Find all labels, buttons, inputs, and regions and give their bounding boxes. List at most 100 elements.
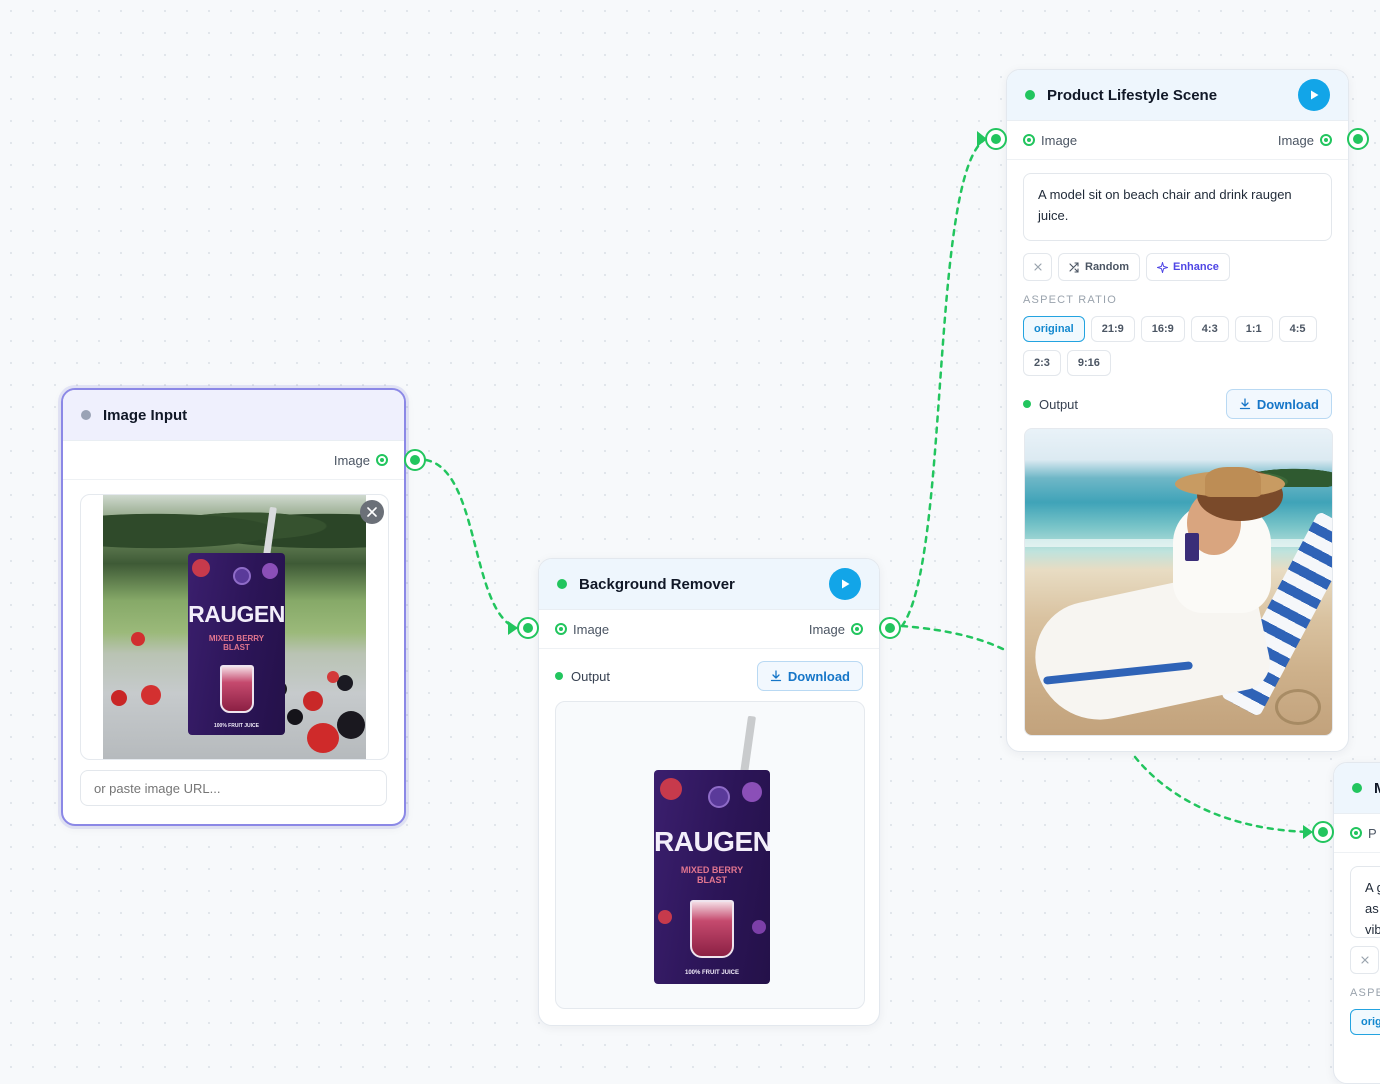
output-port-label: Image	[808, 621, 845, 637]
background-remover-input-handle[interactable]	[517, 617, 539, 639]
edge-remover-to-lifestyle	[900, 138, 986, 628]
port-icon	[376, 454, 388, 466]
aspect-ratio-option[interactable]: original	[1023, 316, 1085, 342]
prompt-line: A g	[1365, 880, 1380, 895]
port-row: Image Image	[539, 610, 879, 649]
port-icon	[1350, 827, 1362, 839]
node-title: Product Lifestyle Scene	[1047, 86, 1218, 104]
prompt-textarea-fragment[interactable]: A g as vib	[1350, 866, 1380, 938]
edge-remover-to-scene-body	[900, 624, 1007, 652]
aspect-ratio-option[interactable]: 21:9	[1090, 316, 1135, 342]
product-carton-cutout: RAUGEN MIXED BERRY BLAST 100% FRUIT JUIC…	[654, 770, 770, 984]
remove-image-button[interactable]	[360, 500, 384, 524]
image-input-node[interactable]: Image Input Image RAUGEN MIXED BERRY BLA…	[61, 388, 406, 826]
flavor-text: MIXED BERRY BLAST	[208, 634, 265, 652]
run-button[interactable]	[1298, 79, 1330, 111]
port-icon	[555, 623, 567, 635]
node-title: Background Remover	[579, 575, 735, 593]
edge-input-to-remover	[424, 458, 518, 630]
edge-lifestyle-to-next	[1133, 755, 1312, 834]
image-input-output-handle[interactable]	[404, 449, 426, 471]
download-button[interactable]: Download	[756, 661, 863, 691]
clear-prompt-button[interactable]	[1350, 946, 1379, 974]
node-title-fragment: M	[1374, 780, 1380, 797]
tagline-text: 100% FRUIT JUICE	[213, 723, 259, 729]
prompt-text: A model sit on beach chair and drink rau…	[1038, 187, 1292, 223]
aspect-ratio-options: original 21:9 16:9 4:3 1:1 4:5 2:3 9:16	[1023, 316, 1333, 376]
image-url-input[interactable]	[80, 770, 387, 806]
uploaded-photo: RAUGEN MIXED BERRY BLAST 100% FRUIT JUIC…	[103, 495, 366, 759]
status-dot	[1025, 90, 1035, 100]
output-preview: RAUGEN MIXED BERRY BLAST 100% FRUIT JUIC…	[555, 701, 865, 1009]
download-icon	[1239, 398, 1251, 410]
product-carton: RAUGEN MIXED BERRY BLAST 100% FRUIT JUIC…	[188, 553, 285, 735]
lifestyle-output-handle[interactable]	[1347, 128, 1369, 150]
partial-next-node[interactable]: M P A g as vib ASPE orig	[1333, 762, 1380, 1084]
background-remover-header[interactable]: Background Remover	[539, 559, 879, 610]
shuffle-icon	[1069, 261, 1079, 273]
lifestyle-input-handle[interactable]	[985, 128, 1007, 150]
product-lifestyle-scene-node[interactable]: Product Lifestyle Scene Image Image A mo…	[1006, 69, 1349, 752]
close-icon	[1360, 956, 1369, 964]
output-port-row: Image	[63, 441, 404, 480]
output-label: Output	[571, 668, 611, 684]
image-input-header[interactable]: Image Input	[63, 390, 404, 441]
aspect-ratio-option[interactable]: 1:1	[1234, 316, 1273, 342]
close-icon	[367, 507, 377, 517]
port-icon	[851, 623, 863, 635]
run-button[interactable]	[829, 568, 861, 600]
sparkle-icon	[1157, 261, 1168, 273]
brand-text: RAUGEN	[654, 826, 770, 857]
port-icon	[1023, 134, 1035, 146]
port-row: P	[1334, 814, 1380, 853]
prompt-actions: Random Enhance	[1023, 253, 1230, 281]
input-port-label: Image	[573, 621, 610, 637]
prompt-line: as	[1365, 901, 1379, 916]
aspect-ratio-option[interactable]: 16:9	[1140, 316, 1185, 342]
output-dot	[555, 672, 563, 680]
image-preview: RAUGEN MIXED BERRY BLAST 100% FRUIT JUIC…	[80, 494, 389, 760]
enhance-label: Enhance	[1173, 261, 1219, 273]
aspect-ratio-option[interactable]: 4:3	[1190, 316, 1229, 342]
download-label: Download	[787, 668, 850, 684]
prompt-line: vib	[1365, 922, 1380, 937]
output-label: Output	[1039, 396, 1079, 412]
partial-node-input-handle[interactable]	[1312, 821, 1334, 843]
random-label: Random	[1085, 261, 1129, 273]
aspect-ratio-label: ASPECT RATIO	[1023, 294, 1118, 306]
aspect-ratio-label-fragment: ASPE	[1350, 987, 1380, 999]
status-dot	[81, 410, 91, 420]
download-button[interactable]: Download	[1225, 389, 1332, 419]
play-icon	[1311, 90, 1319, 100]
aspect-ratio-option[interactable]: 9:16	[1066, 350, 1111, 376]
node-title: Image Input	[103, 406, 188, 424]
output-dot	[1023, 400, 1031, 408]
clear-prompt-button[interactable]	[1023, 253, 1052, 281]
tagline-text: 100% FRUIT JUICE	[684, 970, 739, 976]
lifestyle-header[interactable]: Product Lifestyle Scene	[1007, 70, 1348, 121]
close-icon	[1033, 263, 1042, 271]
flavor-text: MIXED BERRY BLAST	[680, 865, 744, 885]
status-dot	[557, 579, 567, 589]
enhance-button[interactable]: Enhance	[1146, 253, 1230, 281]
input-port-label-fragment: P	[1368, 825, 1377, 841]
download-label: Download	[1256, 396, 1319, 412]
status-dot	[1352, 783, 1362, 793]
port-icon	[1320, 134, 1332, 146]
background-remover-output-handle[interactable]	[879, 617, 901, 639]
aspect-ratio-option[interactable]: 2:3	[1023, 350, 1061, 376]
aspect-ratio-option[interactable]: 4:5	[1278, 316, 1317, 342]
download-icon	[770, 670, 782, 682]
output-row: Output Download	[1007, 381, 1348, 427]
random-button[interactable]: Random	[1058, 253, 1140, 281]
input-port-label: Image	[1041, 132, 1078, 148]
prompt-textarea[interactable]: A model sit on beach chair and drink rau…	[1023, 173, 1332, 241]
generated-scene-image	[1024, 428, 1333, 736]
output-port-label: Image	[333, 452, 370, 468]
aspect-ratio-option[interactable]: orig	[1350, 1009, 1380, 1035]
brand-text: RAUGEN	[188, 601, 285, 627]
partial-node-header[interactable]: M	[1334, 763, 1380, 814]
background-remover-node[interactable]: Background Remover Image Image Output Do…	[538, 558, 880, 1026]
play-icon	[842, 579, 850, 589]
output-port-label: Image	[1277, 132, 1314, 148]
